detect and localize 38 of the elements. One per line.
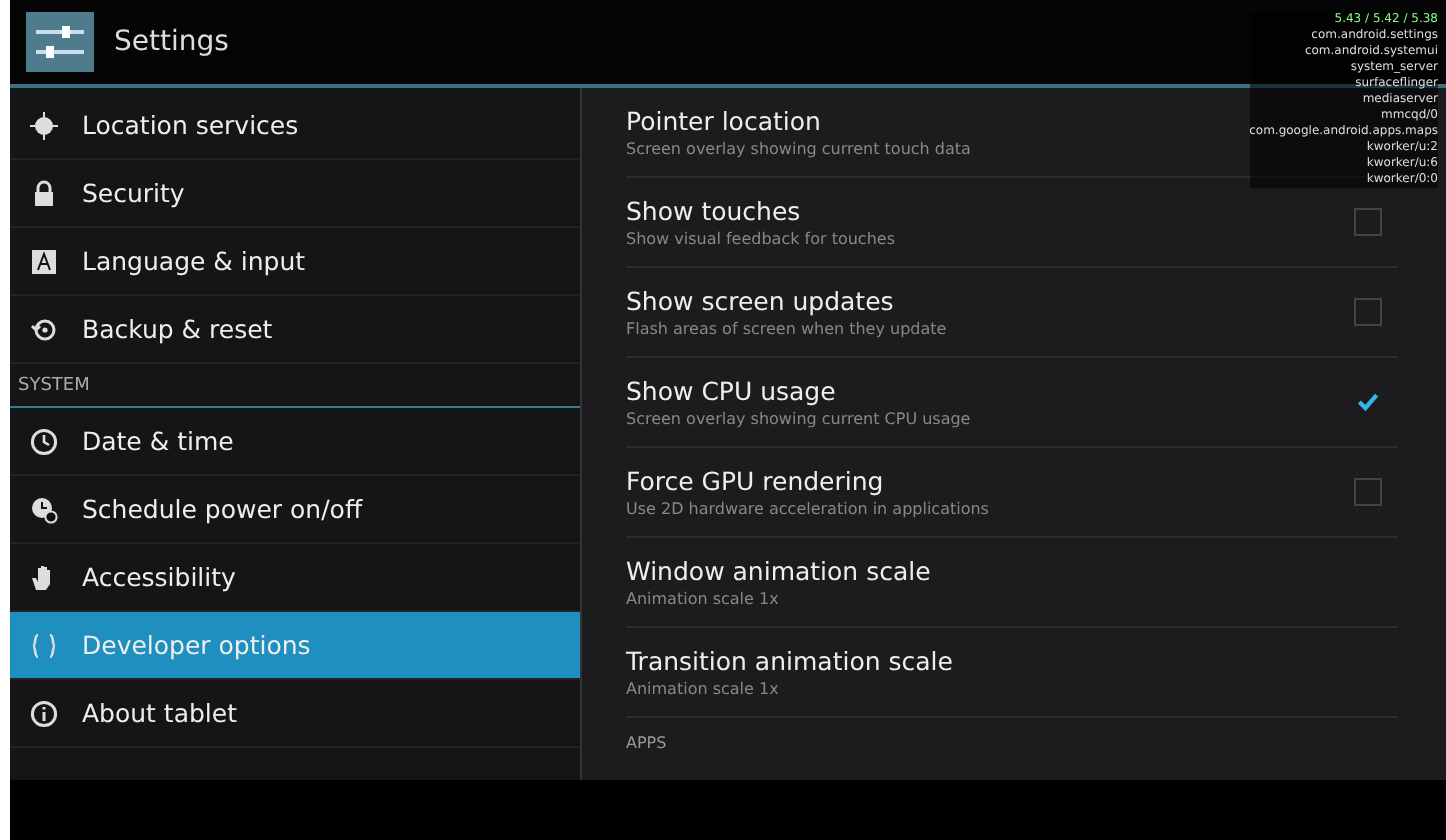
target-icon	[30, 111, 58, 139]
check-icon	[1356, 388, 1380, 416]
option-title[interactable]: Pointer location	[626, 106, 821, 136]
clock-icon	[30, 495, 58, 523]
sidebar-item[interactable]: Security	[10, 160, 580, 228]
option-summary: Animation scale 1x	[626, 590, 779, 608]
checkbox[interactable]	[1354, 478, 1382, 506]
sidebar-item[interactable]: Schedule power on/off	[10, 476, 580, 544]
section-header: APPS	[626, 732, 669, 752]
sidebar-item[interactable]: Location services	[10, 92, 580, 160]
settings-app-icon	[26, 12, 94, 72]
app-title: Settings	[114, 26, 229, 58]
sidebar-item[interactable]: Date & time	[10, 408, 580, 476]
option-title[interactable]: Window animation scale	[626, 556, 931, 586]
sidebar-item[interactable]: Backup & reset	[10, 296, 580, 364]
option-summary: Use 2D hardware acceleration in applications	[626, 500, 989, 518]
option-title[interactable]: Transition animation scale	[626, 646, 953, 676]
lock-icon	[30, 179, 58, 207]
option-title[interactable]: Show CPU usage	[626, 376, 836, 406]
checkbox[interactable]	[1354, 208, 1382, 236]
sidebar-item[interactable]: Language & input	[10, 228, 580, 296]
braces-icon	[30, 631, 58, 659]
info-icon	[30, 699, 58, 727]
option-title[interactable]: Show screen updates	[626, 286, 894, 316]
option-summary: Screen overlay showing current touch data	[626, 140, 971, 158]
sidebar-item[interactable]: About tablet	[10, 680, 580, 748]
option-summary: Flash areas of screen when they update	[626, 320, 947, 338]
clock-icon	[30, 427, 58, 455]
option-summary: Show visual feedback for touches	[626, 230, 895, 248]
section-header: SYSTEM	[10, 364, 580, 408]
checkbox[interactable]	[1354, 298, 1382, 326]
option-summary: Screen overlay showing current CPU usage	[626, 410, 971, 428]
option-title[interactable]: Show touches	[626, 196, 801, 226]
option-summary: Animation scale 1x	[626, 680, 779, 698]
option-title[interactable]: Force GPU rendering	[626, 466, 884, 496]
letter-icon	[30, 247, 58, 275]
restore-icon	[30, 315, 58, 343]
checkbox[interactable]	[1354, 388, 1382, 416]
